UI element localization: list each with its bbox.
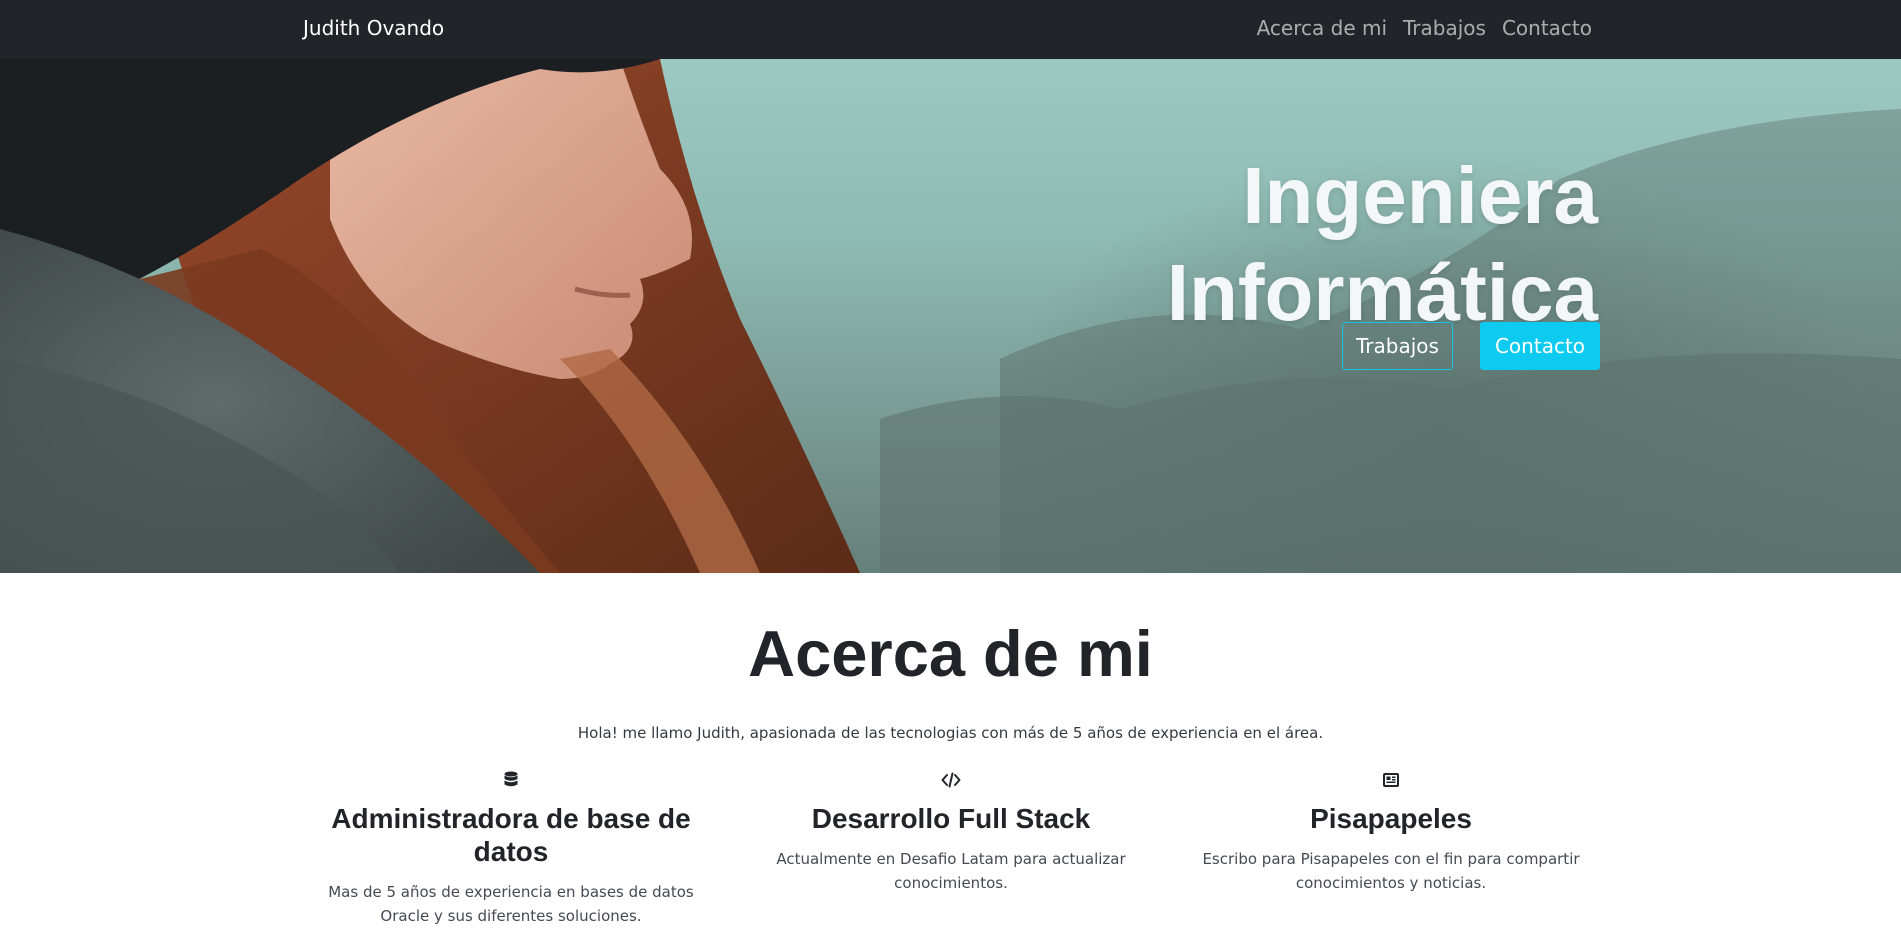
feature-title: Administradora de base de datos <box>331 803 691 867</box>
nav-links: Acerca de mi Trabajos Contacto <box>1257 14 1592 42</box>
feature-title: Pisapapeles <box>1310 803 1472 834</box>
hero-title-line1: Ingeniera <box>1242 151 1598 240</box>
hero-background-image <box>0 59 1901 573</box>
about-title: Acerca de mi <box>748 617 1153 690</box>
nav-link-trabajos[interactable]: Trabajos <box>1403 14 1486 42</box>
navbar: Judith Ovando Acerca de mi Trabajos Cont… <box>0 0 1901 59</box>
nav-link-contacto[interactable]: Contacto <box>1502 14 1592 42</box>
hero-section: Ingeniera Informática <box>0 59 1901 573</box>
feature-text: Mas de 5 años de experiencia en bases de… <box>328 883 694 925</box>
newspaper-icon <box>1383 773 1399 787</box>
feature-database: Administradora de base de datos Mas de 5… <box>301 770 721 928</box>
feature-text: Actualmente en Desafio Latam para actual… <box>776 850 1126 892</box>
feature-title: Desarrollo Full Stack <box>811 803 1091 834</box>
feature-text: Escribo para Pisapapeles con el fin para… <box>1202 850 1580 892</box>
feature-fullstack: Desarrollo Full Stack Actualmente en Des… <box>741 770 1161 895</box>
nav-link-acerca[interactable]: Acerca de mi <box>1257 14 1387 42</box>
contacto-button[interactable]: Contacto <box>1480 322 1600 370</box>
trabajos-button[interactable]: Trabajos <box>1342 322 1453 370</box>
about-intro: Hola! me llamo Judith, apasionada de las… <box>577 724 1324 742</box>
brand-link[interactable]: Judith Ovando <box>303 14 444 42</box>
feature-pisapapeles: Pisapapeles Escribo para Pisapapeles con… <box>1181 770 1601 895</box>
database-icon <box>504 771 518 787</box>
hero-title: Ingeniera Informática <box>1167 147 1598 341</box>
code-icon <box>941 772 961 788</box>
